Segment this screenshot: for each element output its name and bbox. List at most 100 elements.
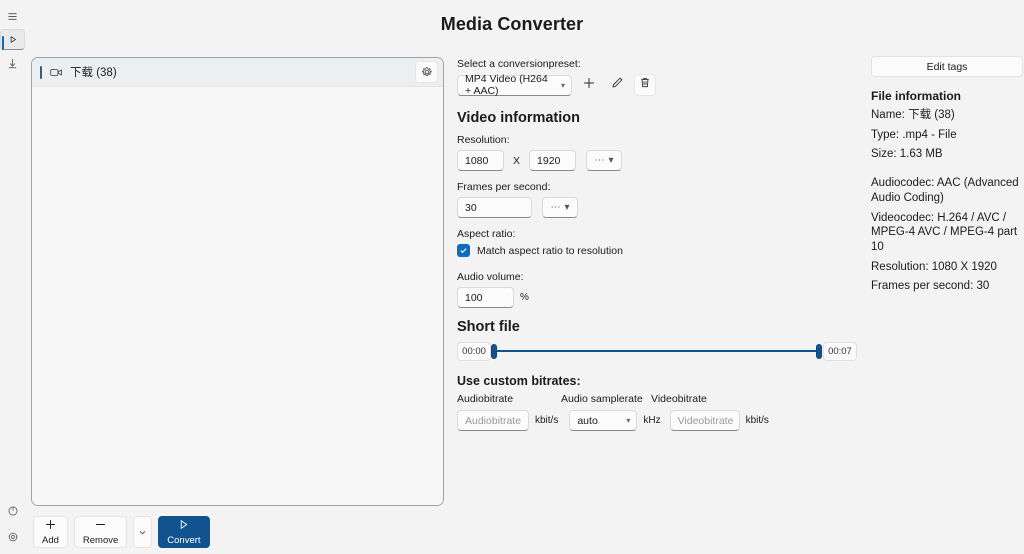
resolution-separator: X [513, 155, 520, 167]
audio-volume-input[interactable]: 100 [457, 287, 514, 308]
bitrate-inputs-row: Audiobitrate kbit/s auto ▾ kHz Videobitr… [457, 410, 857, 431]
video-codec-value: Videocodec: H.264 / AVC / MPEG-4 AVC / M… [871, 211, 1023, 255]
trim-track[interactable] [494, 350, 819, 352]
ellipsis-icon: ⋯ [595, 155, 605, 166]
add-button-label: Add [42, 536, 59, 547]
trim-start-value: 00:00 [462, 346, 486, 357]
add-preset-button[interactable] [578, 74, 600, 96]
chevron-down-icon: ▾ [626, 416, 630, 425]
minus-icon [94, 518, 107, 535]
file-type-value: Type: .mp4 - File [871, 128, 1023, 143]
plus-icon [582, 76, 596, 95]
file-information-heading: File information [871, 89, 1023, 103]
resolution-width-value: 1080 [465, 155, 488, 167]
audio-volume-row: 100 % [457, 287, 857, 308]
trash-icon [639, 76, 651, 94]
video-information-heading: Video information [457, 110, 857, 126]
preset-label: Select a conversionpreset: [457, 58, 857, 70]
file-list-panel: 下载 (38) [31, 57, 444, 506]
video-bitrate-input[interactable]: Videobitrate [670, 410, 740, 431]
resolution-row: 1080 X 1920 ⋯ ▾ [457, 150, 857, 171]
audio-volume-unit: % [520, 292, 529, 303]
resolution-height-value: 1920 [537, 155, 560, 167]
trim-end-time[interactable]: 00:07 [823, 342, 857, 361]
audio-samplerate-label: Audio samplerate [561, 393, 651, 405]
file-information-panel: Edit tags File information Name: 下载 (38)… [871, 56, 1023, 294]
file-list-body[interactable] [32, 87, 443, 505]
preset-select[interactable]: MP4 Video (H264 + AAC) ▾ [457, 75, 572, 96]
trim-start-time[interactable]: 00:00 [457, 342, 491, 361]
conversion-settings-panel: Select a conversionpreset: MP4 Video (H2… [457, 58, 857, 431]
audio-samplerate-value: auto [577, 415, 597, 427]
match-aspect-ratio-checkbox-row[interactable]: Match aspect ratio to resolution [457, 244, 857, 257]
audio-volume-value: 100 [465, 292, 483, 304]
play-icon [177, 518, 190, 535]
trim-end-value: 00:07 [828, 346, 852, 357]
custom-bitrates-heading: Use custom bitrates: [457, 374, 857, 388]
audio-bitrate-input[interactable]: Audiobitrate [457, 410, 529, 431]
trim-track-wrap[interactable] [494, 340, 819, 362]
left-icon-rail [0, 0, 25, 554]
preset-row: MP4 Video (H264 + AAC) ▾ [457, 74, 857, 96]
short-file-heading: Short file [457, 319, 857, 335]
resolution-height-input[interactable]: 1920 [529, 150, 576, 171]
fps-presets-button[interactable]: ⋯ ▾ [542, 197, 578, 218]
edit-tags-button[interactable]: Edit tags [871, 56, 1023, 77]
power-icon[interactable] [0, 498, 25, 524]
video-bitrate-unit: kbit/s [746, 415, 769, 426]
chevron-down-icon: ▾ [564, 202, 569, 213]
resolution-label: Resolution: [457, 134, 857, 146]
trim-end-handle[interactable] [816, 344, 822, 359]
video-bitrate-label: Videobitrate [651, 393, 707, 405]
file-size-value: Size: 1.63 MB [871, 147, 1023, 162]
fps-row: 30 ⋯ ▾ [457, 197, 857, 218]
pencil-icon [611, 76, 624, 94]
resolution-width-input[interactable]: 1080 [457, 150, 504, 171]
preset-select-value: MP4 Video (H264 + AAC) [465, 73, 553, 97]
plus-icon [44, 518, 57, 535]
add-button[interactable]: Add [33, 516, 68, 548]
chevron-down-icon: ▾ [609, 155, 614, 166]
audio-bitrate-label: Audiobitrate [457, 393, 561, 405]
video-camera-icon [50, 67, 63, 78]
ellipsis-icon: ⋯ [550, 202, 560, 213]
delete-preset-button[interactable] [634, 74, 656, 96]
fps-label: Frames per second: [457, 181, 857, 193]
list-item-label: 下载 (38) [70, 64, 117, 80]
aspect-ratio-label: Aspect ratio: [457, 228, 857, 240]
edit-tags-label: Edit tags [927, 61, 968, 73]
download-icon[interactable] [0, 50, 25, 76]
edit-preset-button[interactable] [606, 74, 628, 96]
trim-slider[interactable]: 00:00 00:07 [457, 340, 857, 362]
remove-button[interactable]: Remove [74, 516, 127, 548]
media-converter-window: Media Converter 下载 (38) [0, 0, 1024, 554]
audio-samplerate-select[interactable]: auto ▾ [569, 410, 637, 431]
audio-bitrate-unit: kbit/s [535, 415, 558, 426]
convert-button[interactable]: Convert [158, 516, 209, 548]
info-fps-value: Frames per second: 30 [871, 279, 1023, 294]
match-aspect-ratio-label: Match aspect ratio to resolution [477, 245, 623, 257]
fps-value: 30 [465, 202, 477, 214]
resolution-presets-button[interactable]: ⋯ ▾ [586, 150, 622, 171]
info-spacer [871, 162, 1023, 171]
checkbox-checked-icon[interactable] [457, 244, 470, 257]
bitrate-labels-row: Audiobitrate Audio samplerate Videobitra… [457, 393, 857, 405]
fps-input[interactable]: 30 [457, 197, 532, 218]
chevron-down-icon: ▾ [561, 81, 565, 90]
convert-button-label: Convert [167, 536, 200, 547]
file-actions-toolbar: Add Remove Convert [33, 516, 210, 548]
file-name-value: Name: 下载 (38) [871, 108, 1023, 123]
list-item[interactable]: 下载 (38) [32, 58, 443, 87]
video-bitrate-placeholder: Videobitrate [678, 415, 734, 427]
selection-indicator [40, 66, 42, 79]
info-resolution-value: Resolution: 1080 X 1920 [871, 260, 1023, 275]
audio-volume-label: Audio volume: [457, 271, 857, 283]
gear-icon[interactable] [415, 61, 438, 83]
chevron-down-icon[interactable] [133, 516, 152, 548]
trim-start-handle[interactable] [491, 344, 497, 359]
settings-gear-icon[interactable] [0, 524, 25, 550]
page-title: Media Converter [0, 14, 1024, 35]
audio-codec-value: Audiocodec: AAC (Advanced Audio Coding) [871, 176, 1023, 205]
audio-bitrate-placeholder: Audiobitrate [465, 415, 521, 427]
remove-button-label: Remove [83, 536, 118, 547]
